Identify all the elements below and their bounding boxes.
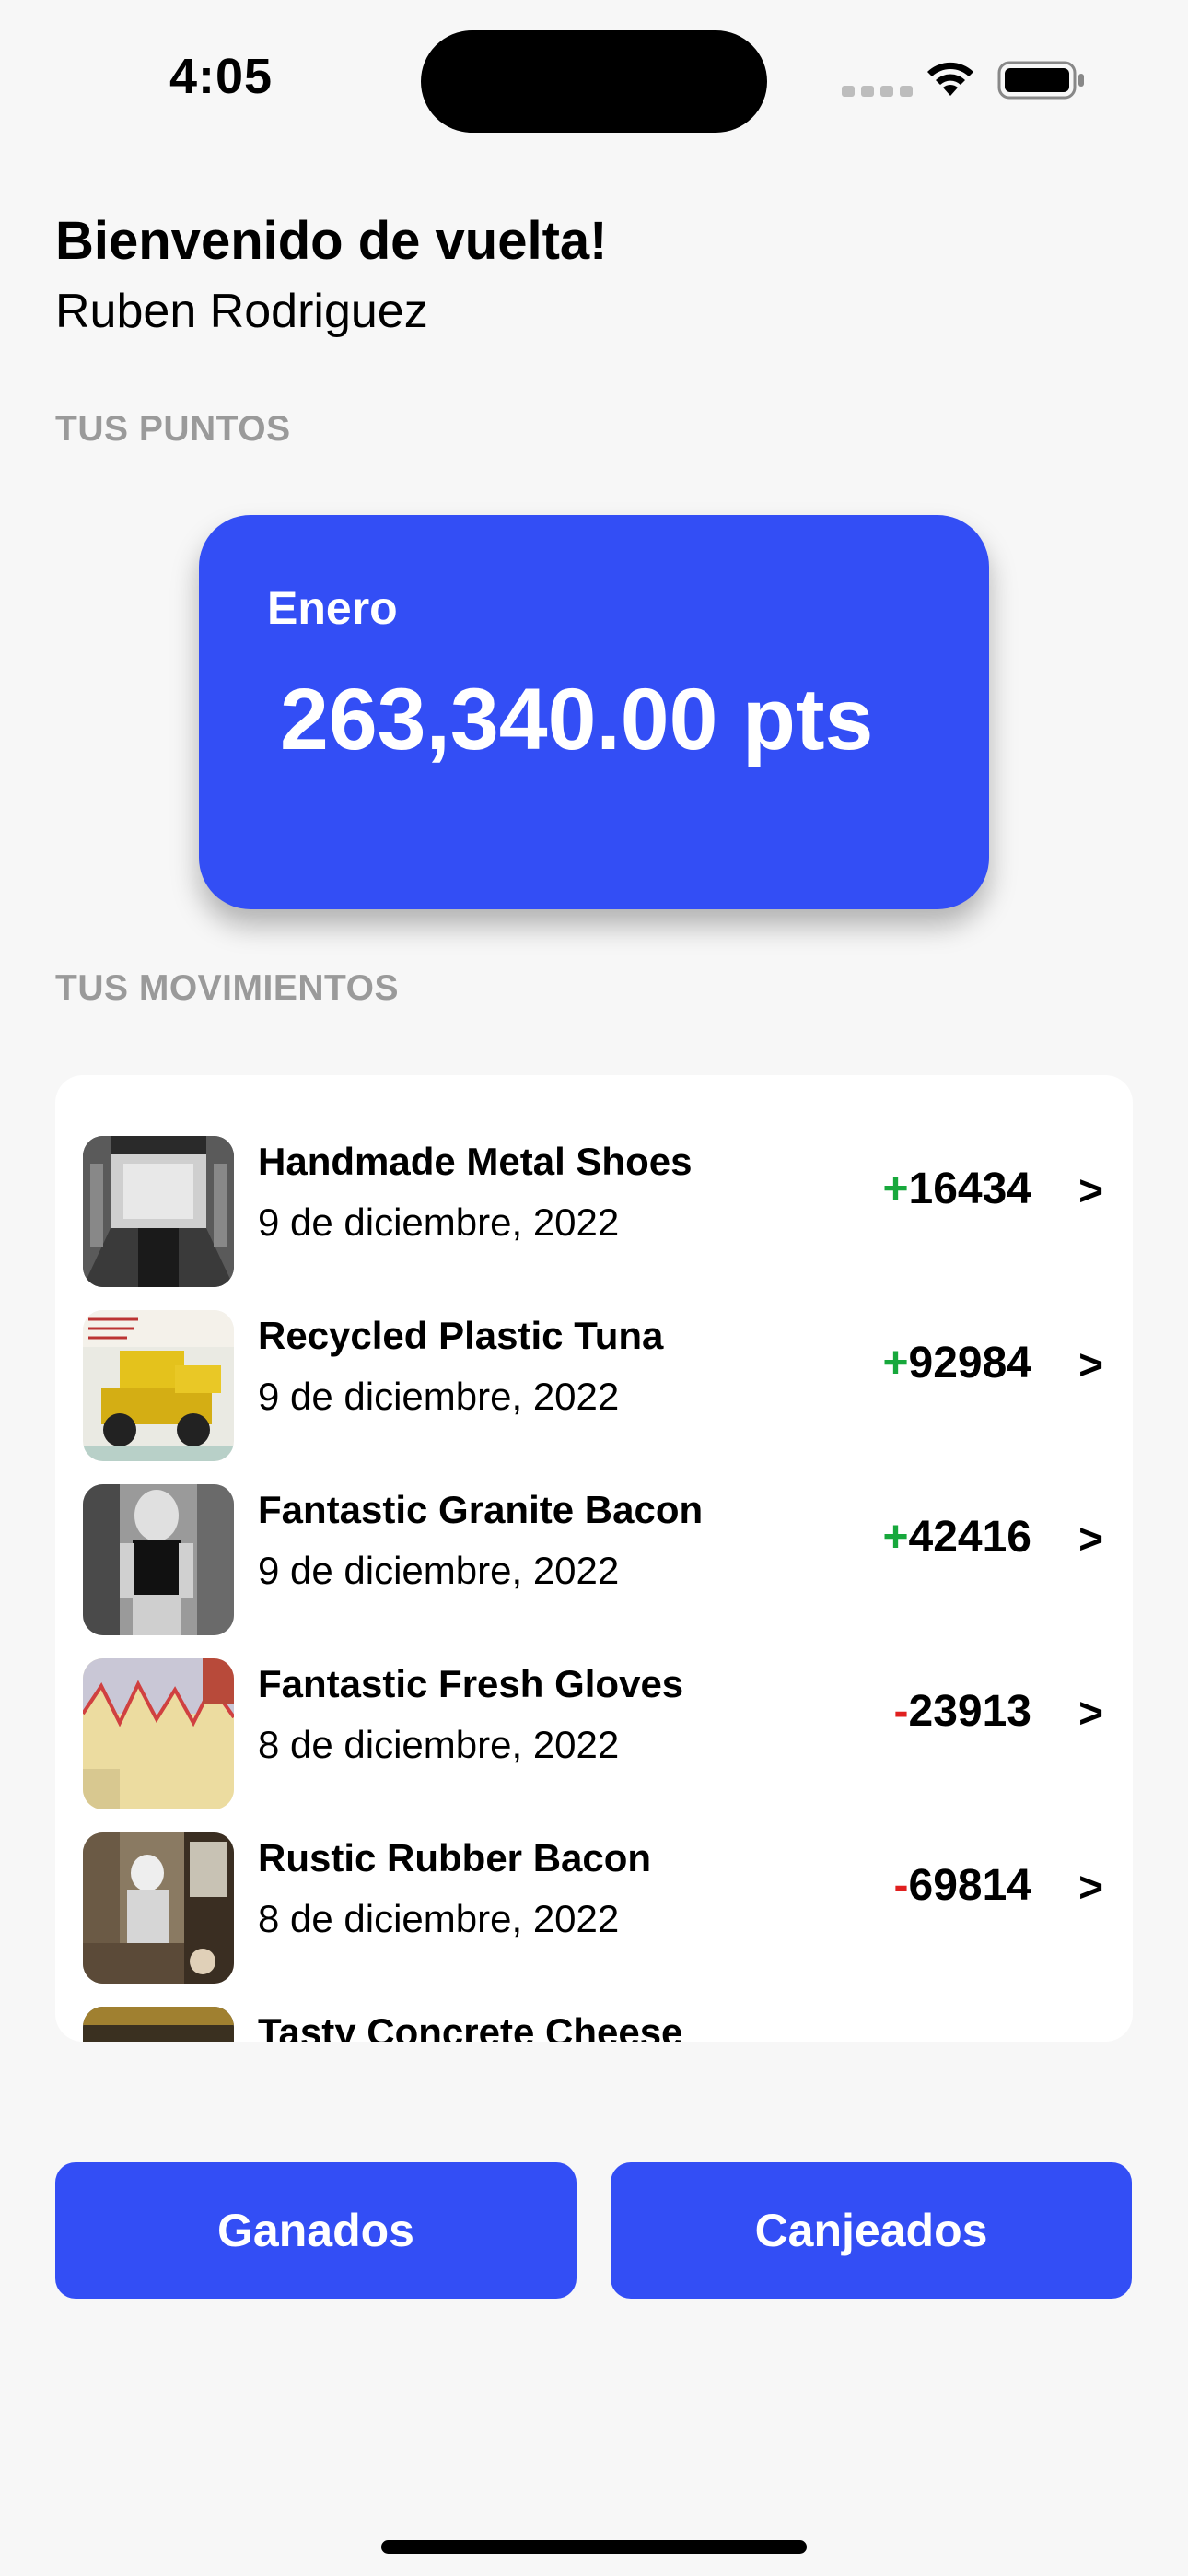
movement-row[interactable]: Rustic Rubber Bacon 8 de diciembre, 2022… [55, 1772, 1133, 1984]
movement-date: 9 de diciembre, 2022 [258, 1200, 620, 1244]
chevron-right-icon[interactable]: > [1078, 1688, 1103, 1738]
movements-list[interactable]: Handmade Metal Shoes 9 de diciembre, 202… [55, 1075, 1133, 2042]
amount-sign: + [882, 1513, 909, 1562]
earned-button[interactable]: Ganados [55, 2162, 577, 2299]
movement-date: 8 de diciembre, 2022 [258, 1897, 620, 1940]
movement-title: Handmade Metal Shoes [258, 1140, 693, 1183]
points-month: Enero [267, 582, 398, 634]
movement-title: Recycled Plastic Tuna [258, 1314, 664, 1357]
movement-row[interactable]: Fantastic Fresh Gloves 8 de diciembre, 2… [55, 1598, 1133, 1809]
movement-amount: +92984 [882, 1338, 1031, 1388]
movement-title: Fantastic Fresh Gloves [258, 1662, 684, 1705]
movement-row[interactable]: Tasty Concrete Cheese [55, 1946, 1133, 2042]
movement-amount: -69814 [894, 1860, 1031, 1911]
cellular-signal-icon [842, 86, 913, 97]
greeting-title: Bienvenido de vuelta! [55, 211, 608, 271]
redeemed-button[interactable]: Canjeados [611, 2162, 1132, 2299]
movements-section-label: TUS MOVIMIENTOS [55, 968, 399, 1008]
movement-title: Fantastic Granite Bacon [258, 1488, 704, 1531]
home-indicator[interactable] [381, 2540, 807, 2554]
movement-date: 8 de diciembre, 2022 [258, 1723, 620, 1766]
points-card[interactable]: Enero 263,340.00 pts [199, 515, 989, 909]
amount-sign: + [882, 1165, 909, 1213]
amount-value: 16434 [908, 1165, 1031, 1213]
wifi-icon [927, 62, 973, 96]
user-name: Ruben Rodriguez [55, 285, 428, 338]
partial-thumbnail [83, 2007, 234, 2042]
movement-row[interactable]: Fantastic Granite Bacon 9 de diciembre, … [55, 1423, 1133, 1635]
movement-amount: +16434 [882, 1164, 1031, 1214]
chevron-right-icon[interactable]: > [1078, 1514, 1103, 1563]
movement-title: Rustic Rubber Bacon [258, 1836, 652, 1879]
movement-title: Tasty Concrete Cheese [258, 2010, 683, 2042]
movement-amount: +42416 [882, 1512, 1031, 1563]
amount-value: 92984 [908, 1339, 1031, 1388]
movement-date: 9 de diciembre, 2022 [258, 1549, 620, 1592]
status-time: 4:05 [169, 49, 274, 104]
chevron-right-icon[interactable]: > [1078, 1165, 1103, 1215]
chevron-right-icon[interactable]: > [1078, 1340, 1103, 1389]
status-bar: 4:05 [0, 0, 1188, 157]
amount-value: 69814 [908, 1861, 1031, 1910]
amount-sign: - [893, 1687, 909, 1736]
amount-value: 42416 [908, 1513, 1031, 1562]
battery-icon [997, 61, 1084, 100]
movement-row[interactable]: Recycled Plastic Tuna 9 de diciembre, 20… [55, 1249, 1133, 1461]
points-value: 263,340.00 pts [280, 671, 874, 768]
amount-sign: + [882, 1339, 909, 1388]
points-section-label: TUS PUNTOS [55, 409, 291, 449]
movement-amount: -23913 [894, 1686, 1031, 1737]
chevron-right-icon[interactable]: > [1078, 1862, 1103, 1912]
amount-value: 23913 [908, 1687, 1031, 1736]
amount-sign: - [893, 1861, 909, 1910]
movement-row[interactable]: Handmade Metal Shoes 9 de diciembre, 202… [55, 1075, 1133, 1287]
dynamic-island [421, 30, 767, 133]
movement-date: 9 de diciembre, 2022 [258, 1375, 620, 1418]
